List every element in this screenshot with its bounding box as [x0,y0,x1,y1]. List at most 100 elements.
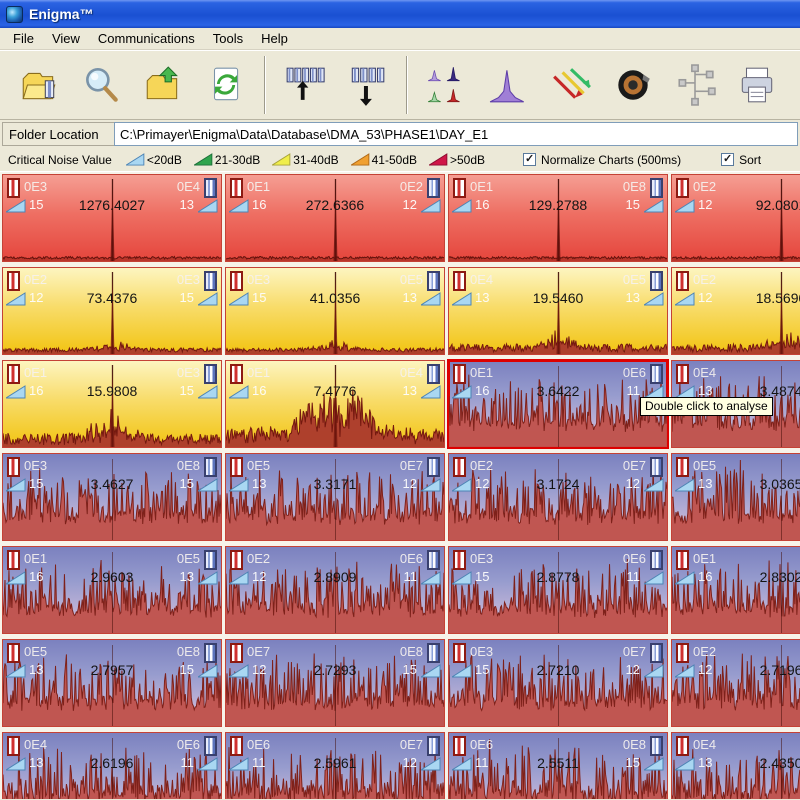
toolbar-button-correlation[interactable] [545,57,597,113]
toolbar [0,50,800,120]
right-logger-icon [650,736,663,756]
toolbar-button-print[interactable] [731,57,783,113]
chart-tile-0E3-0E5[interactable]: 0E3 0E5 15 41.0356 13 [225,267,445,355]
tile-header: 0E5 0E8 [3,642,221,662]
normalize-option[interactable]: ✓ Normalize Charts (500ms) [523,153,681,167]
normalize-checkbox[interactable]: ✓ [523,153,536,166]
chart-tile-0E2-0E7[interactable]: 0E2 0E7 12 3.1724 12 [448,453,668,541]
right-logger-icon [204,178,217,198]
left-logger-label: 0E1 [693,551,716,566]
right-noise-triangle-icon [198,757,218,771]
toolbar-button-view-all-charts[interactable] [421,57,473,113]
chart-tile-0E7-0E8[interactable]: 0E7 0E8 12 2.7293 15 [225,639,445,727]
enigma-window: { "window": { "title": "Enigma™" }, "men… [0,0,800,800]
right-logger-label: 0E4 [177,179,200,194]
view-all-charts-icon [426,64,468,106]
toolbar-button-listen-sound[interactable] [607,57,659,113]
correlation-icon [550,64,592,106]
correlation-value: 3.0365 [672,476,800,492]
chart-tile-0E4-0E6[interactable]: 0E4 0E6 13 2.6196 11 [2,732,222,799]
chart-tile-0E4[interactable]: 0E4 13 2.4350 [671,732,800,799]
menu-item-file[interactable]: File [4,29,43,48]
right-noise-triangle-icon [198,571,218,585]
tile-header: 0E4 0E5 [449,270,667,290]
chart-tile-0E5[interactable]: 0E5 13 3.0365 [671,453,800,541]
toolbar-button-open-data-folder[interactable] [13,57,65,113]
sort-option[interactable]: ✓ Sort [721,153,761,167]
chart-tile-0E3-0E8[interactable]: 0E3 0E8 15 3.4627 15 [2,453,222,541]
right-logger-label: 0E5 [177,551,200,566]
right-logger-icon [650,457,663,477]
left-logger-icon [230,643,243,663]
folder-path-input[interactable]: C:\Primayer\Enigma\Data\Database\DMA_53\… [114,122,798,146]
chart-tile-0E6-0E8[interactable]: 0E6 0E8 11 2.5511 15 [448,732,668,799]
left-logger-icon [676,643,689,663]
tile-header: 0E3 0E5 [226,270,444,290]
left-logger-icon [676,550,689,570]
right-noise-triangle-icon [198,664,218,678]
chart-tile-0E1-0E2[interactable]: 0E1 0E2 16 272.6366 12 [225,174,445,262]
right-logger-label: 0E7 [623,458,646,473]
menu-item-tools[interactable]: Tools [204,29,252,48]
tile-header: 0E2 0E6 [226,549,444,569]
left-logger-label: 0E7 [247,644,270,659]
toolbar-button-export-folder[interactable] [137,57,189,113]
chart-tile-0E1-0E5[interactable]: 0E1 0E5 16 2.9603 13 [2,546,222,634]
title-bar[interactable]: Enigma™ [0,0,800,28]
chart-tile-0E1-0E4[interactable]: 0E1 0E4 16 7.4776 13 [225,360,445,448]
left-logger-label: 0E5 [247,458,270,473]
sort-checkbox[interactable]: ✓ [721,153,734,166]
toolbar-button-refresh[interactable] [199,57,251,113]
chart-tile-0E3-0E7[interactable]: 0E3 0E7 15 2.7210 12 [448,639,668,727]
chart-tile-0E3-0E6[interactable]: 0E3 0E6 15 2.8778 11 [448,546,668,634]
tile-header: 0E4 [672,363,800,383]
right-logger-icon [427,550,440,570]
chart-tile-0E1-0E8[interactable]: 0E1 0E8 16 129.2788 15 [448,174,668,262]
tile-header: 0E2 [672,177,800,197]
right-logger-label: 0E5 [400,272,423,287]
menu-item-view[interactable]: View [43,29,89,48]
chart-tile-0E2[interactable]: 0E2 12 18.5690 [671,267,800,355]
legend-item: 31-40dB [272,153,338,167]
right-noise-triangle-icon [644,478,664,492]
toolbar-button-download-loggers[interactable] [341,57,393,113]
right-logger-label: 0E6 [177,737,200,752]
toolbar-button-upload-loggers[interactable] [279,57,331,113]
chart-tile-0E2[interactable]: 0E2 12 2.7196 [671,639,800,727]
chart-tile-0E1[interactable]: 0E1 16 2.8302 [671,546,800,634]
chart-tile-0E5-0E8[interactable]: 0E5 0E8 13 2.7957 15 [2,639,222,727]
right-logger-icon [204,736,217,756]
tile-values: 13 2.4350 [672,755,800,773]
menu-item-communications[interactable]: Communications [89,29,204,48]
legend-item: >50dB [429,153,485,167]
toolbar-button-view-single-chart[interactable] [483,57,535,113]
left-logger-icon [676,457,689,477]
chart-tile-0E6-0E7[interactable]: 0E6 0E7 11 2.5961 12 [225,732,445,799]
chart-tile-0E2[interactable]: 0E2 12 92.0801 [671,174,800,262]
left-logger-icon [453,364,466,384]
chart-tile-0E2-0E6[interactable]: 0E2 0E6 12 2.8909 11 [225,546,445,634]
legend-triangle-icon [351,153,370,166]
chart-tile-0E1-0E3[interactable]: 0E1 0E3 16 15.9808 15 [2,360,222,448]
chart-tile-0E1-0E6[interactable]: 0E1 0E6 16 3.6422 11 [448,360,668,448]
legend-triangle-icon [126,153,145,166]
right-logger-icon [204,643,217,663]
right-noise-level: 11 [404,569,418,584]
right-noise-triangle-icon [198,478,218,492]
menu-item-help[interactable]: Help [252,29,297,48]
toolbar-button-search[interactable] [75,57,127,113]
tile-header: 0E5 0E7 [226,456,444,476]
legend-item: 41-50dB [351,153,417,167]
right-noise-triangle-icon [421,664,441,678]
right-noise-triangle-icon [198,199,218,213]
chart-tile-0E4-0E5[interactable]: 0E4 0E5 13 19.5460 13 [448,267,668,355]
chart-tile-0E3-0E4[interactable]: 0E3 0E4 15 1276.4027 13 [2,174,222,262]
toolbar-button-network-view[interactable] [669,57,721,113]
left-logger-icon [230,736,243,756]
legend-item: <20dB [126,153,182,167]
right-logger-icon [427,643,440,663]
right-logger-icon [427,364,440,384]
chart-tile-0E5-0E7[interactable]: 0E5 0E7 13 3.3171 12 [225,453,445,541]
legend-item-label: <20dB [147,153,182,167]
chart-tile-0E2-0E3[interactable]: 0E2 0E3 12 73.4376 15 [2,267,222,355]
